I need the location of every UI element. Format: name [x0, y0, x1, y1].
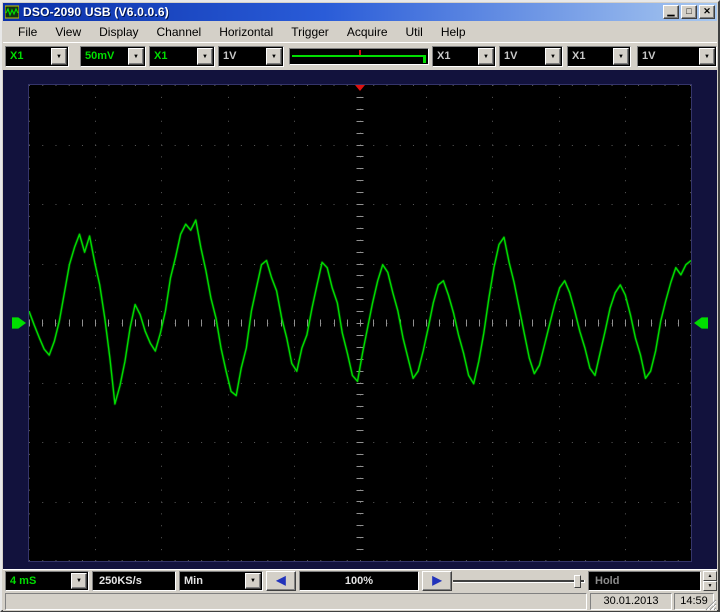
bottom-bar: 4 mS ▼ 250KS/s Min ▼ ◀ 100% ▶ Hold ▲ ▼ — [3, 569, 717, 592]
resize-grip[interactable] — [703, 597, 717, 611]
combo-value: 1V — [642, 50, 655, 62]
hold-status-display: Hold — [588, 571, 701, 591]
scroll-right-button[interactable]: ▶ — [422, 571, 452, 591]
status-bar: 30.01.2013 14:59 — [3, 592, 717, 611]
oscilloscope-display[interactable] — [28, 84, 692, 562]
ch1-probe-select[interactable]: X1 ▼ — [5, 46, 69, 67]
scrollbar-thumb[interactable] — [574, 575, 581, 588]
combo-value: Min — [184, 575, 203, 587]
close-button[interactable]: ✕ — [699, 5, 715, 19]
menu-item-view[interactable]: View — [46, 23, 90, 41]
trigger-mark-icon — [359, 50, 361, 55]
ch1-ground-marker-right[interactable] — [694, 316, 708, 330]
ch1-volts-select[interactable]: 50mV ▼ — [80, 46, 146, 67]
menu-item-display[interactable]: Display — [90, 23, 147, 41]
window-title: DSO-2090 USB (V6.0.0.6) — [23, 5, 169, 19]
combo-value: X1 — [10, 50, 23, 62]
slider-level-line — [292, 55, 426, 57]
status-date: 30.01.2013 — [590, 593, 672, 610]
dropdown-arrow-icon[interactable]: ▼ — [266, 48, 282, 65]
ch3-probe-select[interactable]: X1 ▼ — [432, 46, 496, 67]
menu-item-file[interactable]: File — [9, 23, 46, 41]
ch3-volts-select[interactable]: 1V ▼ — [499, 46, 563, 67]
scroll-left-button[interactable]: ◀ — [266, 571, 296, 591]
dropdown-arrow-icon[interactable]: ▼ — [545, 48, 561, 65]
combo-value: 50mV — [85, 50, 114, 62]
combo-value: 1V — [504, 50, 517, 62]
maximize-button[interactable]: □ — [681, 5, 697, 19]
window-controls: ▁ □ ✕ — [663, 5, 715, 19]
scrollbar-groove — [453, 580, 585, 583]
spin-up-button[interactable]: ▲ — [703, 571, 717, 581]
dropdown-arrow-icon[interactable]: ▼ — [51, 48, 67, 65]
toolbar: X1 ▼ 50mV ▼ X1 ▼ 1V ▼ X1 ▼ 1V ▼ X1 — [3, 42, 717, 70]
minimize-button[interactable]: ▁ — [663, 5, 679, 19]
app-window: DSO-2090 USB (V6.0.0.6) ▁ □ ✕ File View … — [0, 0, 720, 612]
status-message-panel — [5, 593, 587, 610]
timebase-select[interactable]: 4 mS ▼ — [5, 571, 89, 591]
ch2-volts-select[interactable]: 1V ▼ — [218, 46, 284, 67]
title-bar[interactable]: DSO-2090 USB (V6.0.0.6) ▁ □ ✕ — [3, 3, 717, 21]
ch2-probe-select[interactable]: X1 ▼ — [149, 46, 215, 67]
menu-item-util[interactable]: Util — [397, 23, 432, 41]
zoom-level-display: 100% — [299, 571, 419, 591]
combo-value: X1 — [437, 50, 450, 62]
menu-item-horizontal[interactable]: Horizontal — [210, 23, 282, 41]
ch4-volts-select[interactable]: 1V ▼ — [637, 46, 717, 67]
combo-value: X1 — [154, 50, 167, 62]
ch1-ground-marker-left[interactable] — [12, 316, 26, 330]
combo-value: X1 — [572, 50, 585, 62]
position-scrollbar[interactable] — [453, 575, 585, 588]
menu-item-trigger[interactable]: Trigger — [282, 23, 338, 41]
app-icon — [5, 5, 19, 19]
menu-item-channel[interactable]: Channel — [148, 23, 211, 41]
dropdown-arrow-icon[interactable]: ▼ — [699, 48, 715, 65]
acquire-mode-select[interactable]: Min ▼ — [179, 571, 263, 591]
slider-thumb[interactable] — [423, 55, 426, 63]
dropdown-arrow-icon[interactable]: ▼ — [613, 48, 629, 65]
combo-value: 4 mS — [10, 575, 36, 587]
scope-panel — [3, 70, 717, 569]
menu-bar: File View Display Channel Horizontal Tri… — [3, 22, 717, 41]
trigger-position-slider[interactable] — [289, 48, 429, 65]
dropdown-arrow-icon[interactable]: ▼ — [128, 48, 144, 65]
sample-rate-display: 250KS/s — [92, 571, 176, 591]
menu-item-acquire[interactable]: Acquire — [338, 23, 397, 41]
ch4-probe-select[interactable]: X1 ▼ — [567, 46, 631, 67]
dropdown-arrow-icon[interactable]: ▼ — [197, 48, 213, 65]
dropdown-arrow-icon[interactable]: ▼ — [245, 573, 261, 589]
combo-value: 1V — [223, 50, 236, 62]
menu-item-help[interactable]: Help — [432, 23, 475, 41]
spin-down-button[interactable]: ▼ — [703, 581, 717, 591]
dropdown-arrow-icon[interactable]: ▼ — [478, 48, 494, 65]
spin-control: ▲ ▼ — [703, 571, 717, 591]
dropdown-arrow-icon[interactable]: ▼ — [71, 573, 87, 589]
waveform-canvas — [29, 85, 691, 561]
